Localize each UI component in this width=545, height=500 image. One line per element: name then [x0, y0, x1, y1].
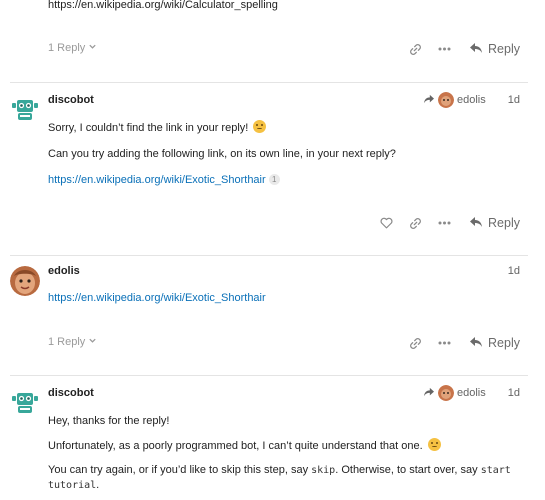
reply-to-tab[interactable]: edolis — [423, 385, 486, 401]
reply-arrow-icon — [469, 336, 483, 351]
reply-to-username: edolis — [457, 387, 486, 399]
reply-arrow-icon — [469, 42, 483, 57]
chevron-down-icon — [88, 336, 97, 348]
reply-to-username: edolis — [457, 94, 486, 106]
body-line: Sorry, I couldn’t find the link in your … — [48, 122, 249, 134]
body-line: . — [96, 479, 100, 491]
reply-button[interactable]: Reply — [469, 42, 520, 57]
post-body: Sorry, I couldn’t find the link in your … — [48, 120, 520, 188]
post-discobot-2: discobot edolis 1d Hey, thanks for the r… — [0, 376, 545, 500]
post-body: Hey, thanks for the reply! Unfortunately… — [48, 413, 520, 493]
discobot-avatar[interactable] — [10, 387, 40, 417]
edolis-small-avatar — [438, 92, 454, 108]
link-click-count: 1 — [268, 174, 280, 185]
reply-label: Reply — [488, 42, 520, 56]
slight-frown-emoji-icon — [253, 120, 267, 133]
username[interactable]: edolis — [48, 265, 80, 277]
post-date[interactable]: 1d — [508, 94, 520, 106]
copy-link-icon[interactable] — [401, 333, 430, 353]
body-line: . Otherwise, to start over, say — [335, 464, 481, 476]
replies-toggle[interactable]: 1 Reply — [48, 42, 97, 54]
body-line: You can try again, or if you’d like to s… — [48, 464, 312, 476]
reply-button[interactable]: Reply — [469, 216, 520, 231]
chevron-down-icon — [88, 42, 97, 54]
reply-button[interactable]: Reply — [469, 336, 520, 351]
replies-count-label: 1 Reply — [48, 42, 86, 54]
reply-to-arrow-icon — [423, 387, 435, 400]
post-top: https://en.wikipedia.org/wiki/Calculator… — [0, 0, 545, 82]
tutorial-command: tutorial — [48, 480, 97, 491]
username[interactable]: discobot — [48, 387, 94, 399]
edolis-small-avatar — [438, 385, 454, 401]
body-line: Can you try adding the following link, o… — [48, 148, 396, 160]
replies-toggle[interactable]: 1 Reply — [48, 336, 97, 348]
skip-command: skip — [311, 465, 336, 476]
post-controls: Reply — [401, 39, 520, 59]
post-controls: Reply — [401, 333, 520, 353]
edolis-avatar[interactable] — [10, 266, 40, 296]
body-line: Hey, thanks for the reply! — [48, 415, 170, 427]
post-meta: 1d — [492, 265, 520, 277]
reply-label: Reply — [488, 216, 520, 230]
post-discobot-1: discobot edolis 1d Sorry, I couldn’t fin… — [0, 83, 545, 255]
post-date[interactable]: 1d — [508, 387, 520, 399]
frowning-emoji-icon — [427, 438, 441, 451]
reply-to-arrow-icon — [423, 94, 435, 107]
body-line: Unfortunately, as a poorly programmed bo… — [48, 440, 423, 452]
exotic-shorthair-link[interactable]: https://en.wikipedia.org/wiki/Exotic_Sho… — [48, 174, 266, 186]
reply-arrow-icon — [469, 216, 483, 231]
post-date[interactable]: 1d — [508, 265, 520, 277]
username[interactable]: discobot — [48, 94, 94, 106]
discobot-avatar[interactable] — [10, 94, 40, 124]
post-body: https://en.wikipedia.org/wiki/Exotic_Sho… — [48, 290, 520, 306]
post-meta: edolis 1d — [423, 92, 520, 108]
exotic-shorthair-link[interactable]: https://en.wikipedia.org/wiki/Exotic_Sho… — [48, 292, 266, 304]
post-meta: edolis 1d — [423, 385, 520, 401]
copy-link-icon[interactable] — [401, 39, 430, 59]
replies-count-label: 1 Reply — [48, 336, 86, 348]
more-options-icon[interactable] — [430, 39, 459, 59]
reply-label: Reply — [488, 336, 520, 350]
start-command: start — [480, 465, 511, 476]
like-heart-icon[interactable] — [372, 213, 401, 233]
more-options-icon[interactable] — [430, 333, 459, 353]
post-edolis: edolis 1d https://en.wikipedia.org/wiki/… — [0, 256, 545, 375]
post-controls: Reply — [372, 213, 520, 233]
copy-link-icon[interactable] — [401, 213, 430, 233]
calculator-spelling-link[interactable]: https://en.wikipedia.org/wiki/Calculator… — [48, 0, 520, 13]
more-options-icon[interactable] — [430, 213, 459, 233]
reply-to-tab[interactable]: edolis — [423, 92, 486, 108]
